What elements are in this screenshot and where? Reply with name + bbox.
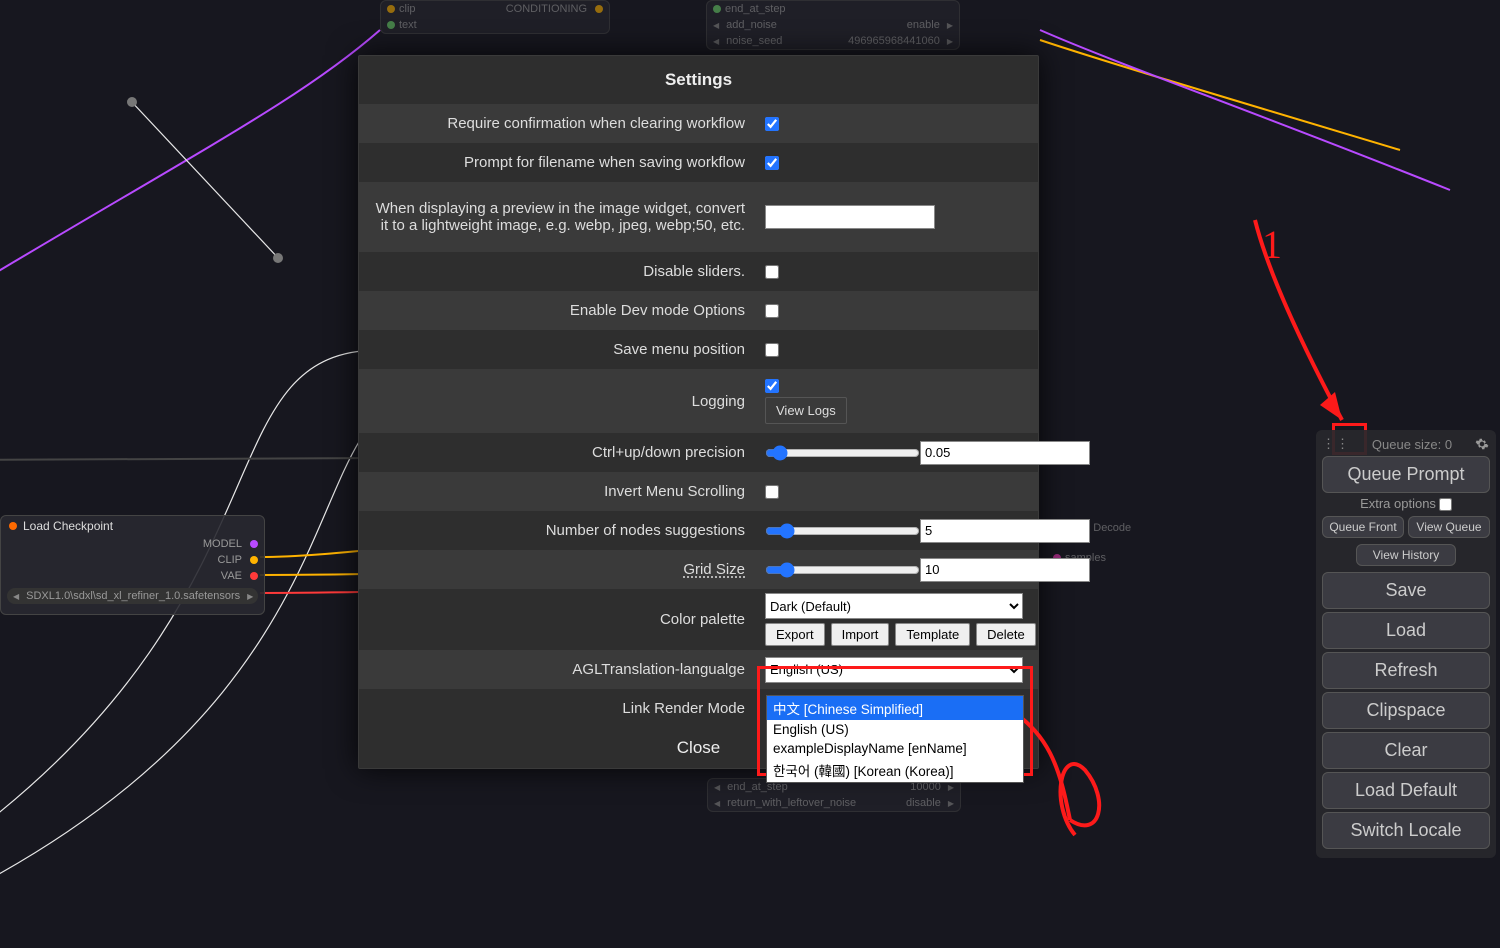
lbl-confirm: Require confirmation when clearing workf… <box>359 109 757 138</box>
btn-view-history[interactable]: View History <box>1356 544 1457 566</box>
btn-clipspace[interactable]: Clipspace <box>1322 692 1490 729</box>
bg-node-cliptext: clip CONDITIONING text <box>380 0 610 34</box>
lbl-disable-sliders: Disable sliders. <box>359 257 757 286</box>
dd-option-zh[interactable]: 中文 [Chinese Simplified] <box>767 696 1023 720</box>
chk-save-menu-pos[interactable] <box>765 343 779 357</box>
extra-options-label: Extra options <box>1322 496 1490 511</box>
chk-logging[interactable] <box>765 379 779 393</box>
chk-disable-sliders[interactable] <box>765 265 779 279</box>
translation-dropdown-open: 中文 [Chinese Simplified] English (US) exa… <box>766 695 1024 783</box>
lbl-prompt-filename: Prompt for filename when saving workflow <box>359 148 757 177</box>
select-translation[interactable]: English (US) <box>765 657 1023 683</box>
btn-save[interactable]: Save <box>1322 572 1490 609</box>
gear-icon[interactable] <box>1474 436 1490 452</box>
btn-refresh[interactable]: Refresh <box>1322 652 1490 689</box>
lbl-logging: Logging <box>359 387 757 416</box>
dd-option-example[interactable]: exampleDisplayName [enName] <box>767 739 1023 758</box>
lbl-ctrl-precision: Ctrl+up/down precision <box>359 438 757 467</box>
lbl-node-suggest: Number of nodes suggestions <box>359 516 757 545</box>
btn-palette-template[interactable]: Template <box>895 623 970 646</box>
num-ctrl-precision[interactable] <box>920 441 1090 465</box>
btn-switch-locale[interactable]: Switch Locale <box>1322 812 1490 849</box>
chk-prompt-filename[interactable] <box>765 156 779 170</box>
lbl-save-menu-pos: Save menu position <box>359 335 757 364</box>
btn-palette-delete[interactable]: Delete <box>976 623 1036 646</box>
settings-dialog: Settings Require confirmation when clear… <box>358 55 1039 769</box>
btn-palette-export[interactable]: Export <box>765 623 825 646</box>
bg-node-load-checkpoint: Load Checkpoint MODEL CLIP VAE SDXL1.0\s… <box>0 515 265 615</box>
drag-handle-icon[interactable]: ⋮⋮ <box>1322 436 1350 452</box>
chk-invert-scroll[interactable] <box>765 485 779 499</box>
btn-queue-front[interactable]: Queue Front <box>1322 516 1404 538</box>
btn-clear[interactable]: Clear <box>1322 732 1490 769</box>
floating-menu[interactable]: ⋮⋮ Queue size: 0 Queue Prompt Extra opti… <box>1316 430 1496 858</box>
lbl-invert-scroll: Invert Menu Scrolling <box>359 477 757 506</box>
slider-node-suggest[interactable] <box>765 523 920 539</box>
num-node-suggest[interactable] <box>920 519 1090 543</box>
slider-ctrl-precision[interactable] <box>765 445 920 461</box>
dd-option-en[interactable]: English (US) <box>767 720 1023 739</box>
bg-node-sampler-bottom: end_at_step10000 return_with_leftover_no… <box>707 778 961 812</box>
btn-palette-import[interactable]: Import <box>831 623 890 646</box>
chk-confirm[interactable] <box>765 117 779 131</box>
lbl-grid-size: Grid Size <box>359 555 757 584</box>
chk-dev-mode[interactable] <box>765 304 779 318</box>
select-color-palette[interactable]: Dark (Default) <box>765 593 1023 619</box>
queue-size-label: Queue size: 0 <box>1372 437 1452 452</box>
num-grid-size[interactable] <box>920 558 1090 582</box>
dd-option-ko[interactable]: 한국어 (韓國) [Korean (Korea)] <box>767 758 1023 782</box>
btn-queue-prompt[interactable]: Queue Prompt <box>1322 456 1490 493</box>
btn-load[interactable]: Load <box>1322 612 1490 649</box>
chk-extra-options[interactable] <box>1439 498 1452 511</box>
slider-grid-size[interactable] <box>765 562 920 578</box>
bg-node-sampler-top: end_at_step add_noiseenable noise_seed49… <box>706 0 960 50</box>
btn-load-default[interactable]: Load Default <box>1322 772 1490 809</box>
lbl-color-palette: Color palette <box>359 605 757 634</box>
lbl-preview: When displaying a preview in the image w… <box>359 194 757 240</box>
btn-view-queue[interactable]: View Queue <box>1408 516 1490 538</box>
btn-view-logs[interactable]: View Logs <box>765 397 847 424</box>
input-preview[interactable] <box>765 205 935 229</box>
settings-title: Settings <box>359 56 1038 104</box>
lbl-translation: AGLTranslation-langualge <box>359 655 757 684</box>
lbl-link-render: Link Render Mode <box>359 694 757 723</box>
svg-text:1: 1 <box>1262 222 1282 267</box>
lbl-dev-mode: Enable Dev mode Options <box>359 296 757 325</box>
